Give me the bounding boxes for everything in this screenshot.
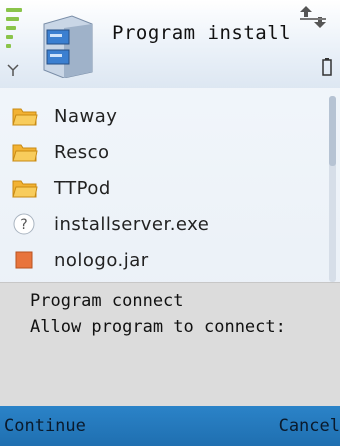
antenna-icon [7,64,19,76]
file-list: Naway Resco TTPod ? installserver.exe no… [0,96,340,282]
folder-icon [12,108,38,126]
softkey-bar: Continue Cancel [0,406,340,446]
signal-strength-icon [6,8,22,76]
scrollbar[interactable] [329,96,336,282]
folder-icon [12,144,38,162]
svg-text:?: ? [20,217,27,233]
list-item[interactable]: TTPod [0,170,330,206]
list-item-label: Naway [54,105,118,127]
title-bar: Program install [0,0,340,88]
list-item[interactable]: Resco [0,134,330,170]
connect-dialog: Program connect Allow program to connect… [0,282,340,406]
list-item[interactable]: Naway [0,98,330,134]
list-item-label: nologo.jar [54,249,149,271]
dialog-message: Allow program to connect: [30,317,286,337]
folder-icon [12,180,38,198]
cancel-button[interactable]: Cancel [279,416,340,436]
list-item-label: Resco [54,141,110,163]
list-item-label: installserver.exe [54,213,210,235]
scroll-thumb[interactable] [329,96,336,166]
list-item-label: TTPod [54,177,111,199]
continue-button[interactable]: Continue [4,416,86,436]
data-transfer-icon [300,6,326,28]
unknown-file-icon: ? [13,213,35,235]
battery-icon [322,58,332,76]
page-title: Program install [112,22,292,44]
app-installer-icon [43,15,93,78]
java-file-icon [15,251,33,269]
dialog-title: Program connect [30,291,184,311]
list-item[interactable]: nologo.jar [0,242,330,278]
list-item[interactable]: ? installserver.exe [0,206,330,242]
